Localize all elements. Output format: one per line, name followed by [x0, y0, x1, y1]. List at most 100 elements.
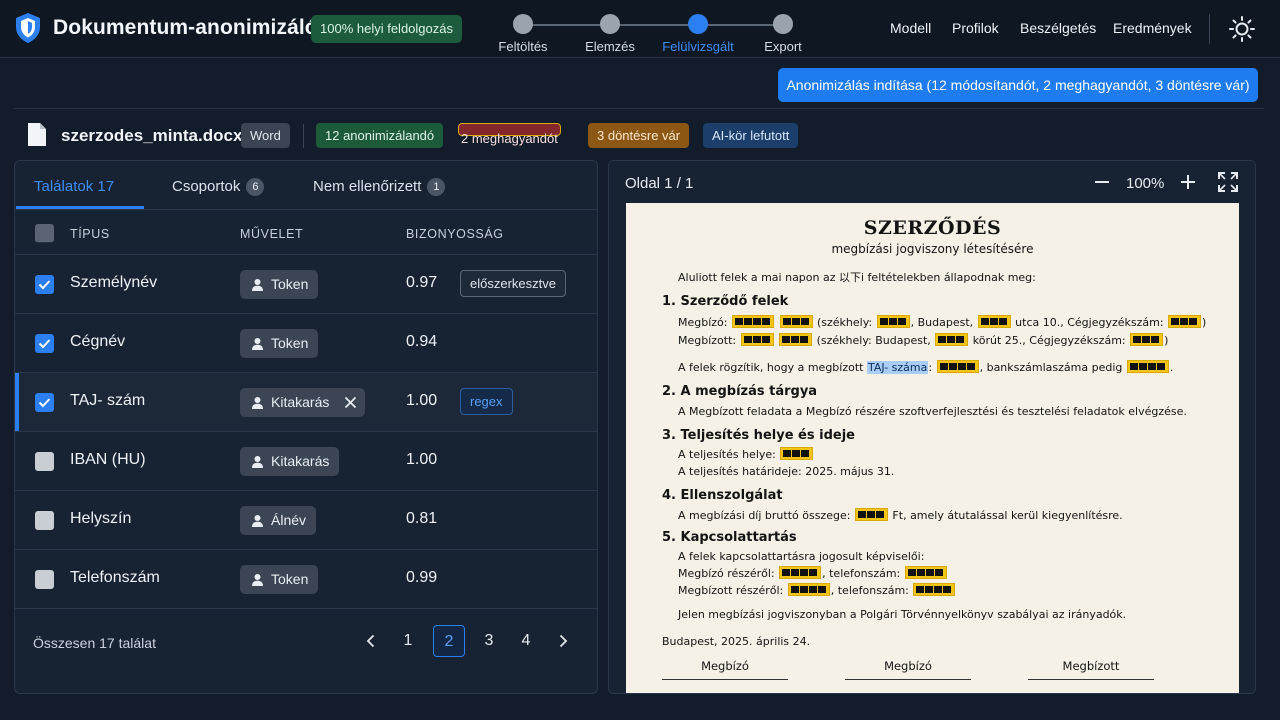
findings-panel: Találatok 17 Csoportok 6 Nem ellenőrizett… — [14, 160, 598, 694]
row-checkbox[interactable] — [35, 570, 54, 589]
row-confidence: 1.00 — [406, 392, 438, 409]
local-processing-badge: 100% helyi feldolgozás — [311, 15, 462, 43]
to-keep-badge[interactable]: 2 meghagyandót — [458, 123, 561, 146]
action-label: Kitakarás — [271, 394, 330, 410]
pending-decision-badge[interactable]: 3 döntésre vár — [588, 123, 690, 148]
tab-unverified[interactable]: Nem ellenőrizett 1 — [313, 178, 446, 196]
doc-title: SZERZŐDÉS — [863, 217, 1002, 239]
redaction-mark[interactable] — [732, 315, 774, 328]
table-row[interactable]: Cégnév Token 0.94 — [15, 314, 597, 373]
redaction-mark[interactable] — [1168, 315, 1202, 328]
redaction-mark[interactable] — [1126, 360, 1169, 373]
select-all-checkbox[interactable] — [35, 224, 54, 243]
redaction-mark[interactable] — [913, 583, 956, 596]
redaction-mark[interactable] — [854, 508, 888, 521]
page-1[interactable]: 1 — [392, 625, 424, 657]
tab-groups[interactable]: Csoportok 6 — [172, 178, 265, 196]
sun-icon[interactable] — [1228, 15, 1256, 43]
redaction-mark[interactable] — [779, 315, 813, 328]
findings-tabs: Találatok 17 Csoportok 6 Nem ellenőrizett… — [15, 161, 597, 210]
zoom-out-icon[interactable] — [1091, 171, 1113, 193]
redaction-mark[interactable] — [779, 333, 813, 346]
action-dropdown[interactable]: Álnév — [240, 506, 317, 535]
pre-edited-tag: előszerkesztve — [460, 270, 566, 297]
row-type: Cégnév — [70, 333, 126, 350]
row-type: Személynév — [70, 274, 158, 291]
redaction-mark[interactable] — [876, 315, 910, 328]
zoom-in-icon[interactable] — [1177, 171, 1199, 193]
action-dropdown[interactable]: Kitakarás — [240, 447, 340, 476]
doc-subtitle: megbízási jogviszony létesítésére — [831, 242, 1034, 256]
redaction-mark[interactable] — [740, 333, 774, 346]
action-dropdown[interactable]: Token — [240, 270, 319, 299]
table-row-selected[interactable]: TAJ- szám Kitakarás 1.00 regex — [15, 373, 597, 432]
user-icon — [252, 574, 263, 586]
redaction-mark[interactable] — [904, 566, 947, 579]
doc-intro: Aluliott felek a mai napon az 以下i feltét… — [678, 271, 1036, 284]
nav-model[interactable]: Modell — [890, 20, 931, 36]
page-4[interactable]: 4 — [510, 625, 542, 657]
document-icon — [28, 123, 46, 146]
row-checkbox[interactable] — [35, 511, 54, 530]
table-row[interactable]: Személynév Token 0.97 előszerkesztve — [15, 255, 597, 314]
redaction-mark[interactable] — [936, 360, 979, 373]
column-header-action[interactable]: MŰVELET — [240, 227, 303, 241]
doc-line-place: A teljesítés helye: — [678, 447, 814, 461]
nav-conversation[interactable]: Beszélgetés — [1020, 20, 1096, 36]
close-icon[interactable] — [344, 396, 357, 409]
shield-logo-icon — [16, 13, 40, 43]
redaction-mark[interactable] — [1130, 333, 1164, 346]
row-confidence: 0.97 — [406, 274, 438, 291]
table-row[interactable]: Helyszín Álnév 0.81 — [15, 491, 597, 550]
step-dot-review[interactable] — [688, 14, 708, 34]
chevron-left-icon[interactable] — [355, 625, 387, 657]
page-2[interactable]: 2 — [433, 625, 465, 657]
doc-line-client: Megbízó: (székhely: , Budapest, utca 10.… — [678, 315, 1207, 329]
step-dot-upload[interactable] — [513, 14, 533, 34]
fullscreen-icon[interactable] — [1218, 172, 1238, 192]
signature-label: Megbízó — [701, 659, 749, 673]
action-dropdown[interactable]: Token — [240, 565, 319, 594]
nav-results[interactable]: Eredmények — [1113, 20, 1192, 36]
column-header-confidence[interactable]: BIZONYOSSÁG — [406, 227, 504, 241]
step-dot-export[interactable] — [773, 14, 793, 34]
nav-profiles[interactable]: Profilok — [952, 20, 999, 36]
doc-section-4-heading: 4. Ellenszolgálat — [662, 488, 783, 503]
row-checkbox[interactable] — [35, 275, 54, 294]
doc-section-1-heading: 1. Szerződő felek — [662, 294, 789, 309]
workflow-stepper: Feltöltés Elemzés Felülvizsgált Export — [480, 0, 820, 58]
table-row[interactable]: IBAN (HU) Kitakarás 1.00 — [15, 432, 597, 491]
step-label-analysis[interactable]: Elemzés — [560, 39, 660, 54]
start-anonymization-button[interactable]: Anonimizálás indítása (12 módosítandót, … — [778, 68, 1258, 102]
step-dot-analysis[interactable] — [600, 14, 620, 34]
to-anonymize-badge[interactable]: 12 anonimizálandó — [316, 123, 444, 148]
row-checkbox[interactable] — [35, 452, 54, 471]
app-title: Dokumentum-anonimizáló — [53, 16, 318, 39]
row-confidence: 0.99 — [406, 569, 438, 586]
doc-closing: Jelen megbízási jogviszonyban a Polgári … — [678, 608, 1127, 621]
signature-line — [662, 679, 788, 680]
row-checkbox[interactable] — [35, 393, 54, 412]
table-row[interactable]: Telefonszám Token 0.99 — [15, 550, 597, 609]
document-page: SZERZŐDÉS megbízási jogviszony létesítés… — [626, 203, 1239, 693]
tab-unverified-label: Nem ellenőrizett — [313, 178, 422, 195]
signature-line — [1028, 679, 1154, 680]
step-label-upload[interactable]: Feltöltés — [473, 39, 573, 54]
redaction-mark[interactable] — [779, 566, 822, 579]
step-label-export[interactable]: Export — [733, 39, 833, 54]
highlighted-match[interactable]: TAJ- száma — [866, 361, 929, 374]
redaction-mark[interactable] — [787, 583, 830, 596]
row-checkbox[interactable] — [35, 334, 54, 353]
action-dropdown[interactable]: Kitakarás — [240, 388, 366, 417]
page-indicator: Oldal 1 / 1 — [625, 175, 694, 192]
tab-findings[interactable]: Találatok 17 — [34, 178, 114, 195]
redaction-mark[interactable] — [977, 315, 1011, 328]
step-connector — [523, 24, 609, 26]
ai-round-badge: AI-kör lefutott — [703, 123, 799, 148]
redaction-mark[interactable] — [935, 333, 969, 346]
redaction-mark[interactable] — [780, 447, 814, 460]
chevron-right-icon[interactable] — [547, 625, 579, 657]
page-3[interactable]: 3 — [473, 625, 505, 657]
column-header-type[interactable]: TÍPUS — [70, 227, 110, 241]
action-dropdown[interactable]: Token — [240, 329, 319, 358]
